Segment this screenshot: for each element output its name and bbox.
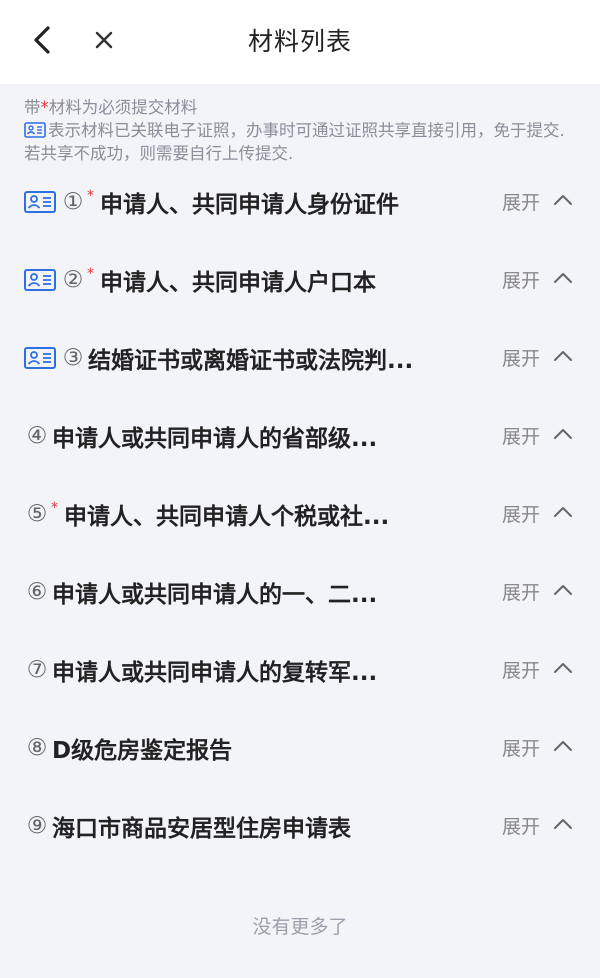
id-card-icon [24,191,56,213]
material-item-2[interactable]: ② * 申请人、共同申请人户口本 展开 [0,240,600,318]
item-number: ⑦ [26,657,48,683]
expand-button[interactable]: 展开 [502,188,540,215]
material-item-left: ⑤ * 申请人、共同申请人个税或社... [24,498,390,530]
item-number: ⑧ [26,735,48,761]
material-item-left: ⑥ 申请人或共同申请人的一、二... [24,576,378,608]
top-bar: 材料列表 [0,0,600,84]
chevron-up-icon[interactable] [552,504,574,520]
item-title: 申请人或共同申请人的复转军... [52,660,378,686]
item-title: 申请人、共同申请人身份证件 [100,192,399,218]
item-title: 申请人、共同申请人户口本 [100,270,376,296]
id-card-icon [24,347,56,369]
expand-button[interactable]: 展开 [502,422,540,449]
item-number: ① [62,189,84,215]
materials-list: ① * 申请人、共同申请人身份证件 展开 ② * 申请人、共同申请人户口本 展开… [0,162,600,864]
required-mark: * [87,266,94,282]
required-mark: * [87,188,94,204]
item-number: ⑥ [26,579,48,605]
expand-button[interactable]: 展开 [502,812,540,839]
material-item-6[interactable]: ⑥ 申请人或共同申请人的一、二... 展开 [0,552,600,630]
chevron-up-icon[interactable] [552,660,574,676]
chevron-up-icon[interactable] [552,270,574,286]
id-card-icon [24,122,46,138]
material-item-1[interactable]: ① * 申请人、共同申请人身份证件 展开 [0,162,600,240]
expand-button[interactable]: 展开 [502,578,540,605]
material-item-9[interactable]: ⑨ 海口市商品安居型住房申请表 展开 [0,786,600,864]
expand-button[interactable]: 展开 [502,656,540,683]
notice-required-line: 带*材料为必须提交材料 [24,98,198,117]
chevron-up-icon[interactable] [552,192,574,208]
chevron-up-icon[interactable] [552,348,574,364]
expand-button[interactable]: 展开 [502,344,540,371]
item-number: ④ [26,423,48,449]
material-item-left: ① * 申请人、共同申请人身份证件 [24,186,399,218]
material-item-left: ④ 申请人或共同申请人的省部级... [24,420,378,452]
material-item-left: ⑧ D级危房鉴定报告 [24,732,232,764]
material-item-left: ② * 申请人、共同申请人户口本 [24,264,376,296]
expand-button[interactable]: 展开 [502,266,540,293]
chevron-up-icon[interactable] [552,426,574,442]
material-item-left: ③ 结婚证书或离婚证书或法院判... [24,342,413,374]
chevron-up-icon[interactable] [552,582,574,598]
material-item-5[interactable]: ⑤ * 申请人、共同申请人个税或社... 展开 [0,474,600,552]
id-card-icon [24,269,56,291]
chevron-up-icon[interactable] [552,738,574,754]
item-number: ⑨ [26,813,48,839]
no-more-text: 没有更多了 [252,916,348,938]
notice-text: 带*材料为必须提交材料 表示材料已关联电子证照，办事时可通过证照共享直接引用，免… [24,96,580,165]
chevron-up-icon[interactable] [552,816,574,832]
expand-button[interactable]: 展开 [502,500,540,527]
material-item-7[interactable]: ⑦ 申请人或共同申请人的复转军... 展开 [0,630,600,708]
notice-cert-line: 表示材料已关联电子证照，办事时可通过证照共享直接引用，免于提交.若共享不成功，则… [24,121,565,163]
material-item-4[interactable]: ④ 申请人或共同申请人的省部级... 展开 [0,396,600,474]
item-title: 海口市商品安居型住房申请表 [52,816,351,842]
material-item-left: ⑨ 海口市商品安居型住房申请表 [24,810,351,842]
item-number: ② [62,267,84,293]
item-title: 申请人、共同申请人个税或社... [64,504,390,530]
item-number: ③ [62,345,84,371]
item-title: 申请人或共同申请人的省部级... [52,426,378,452]
item-number: ⑤ [26,501,48,527]
item-title: 结婚证书或离婚证书或法院判... [88,348,414,374]
material-item-3[interactable]: ③ 结婚证书或离婚证书或法院判... 展开 [0,318,600,396]
item-title: D级危房鉴定报告 [52,738,233,764]
material-item-left: ⑦ 申请人或共同申请人的复转军... [24,654,378,686]
required-mark: * [51,500,58,516]
material-item-8[interactable]: ⑧ D级危房鉴定报告 展开 [0,708,600,786]
item-title: 申请人或共同申请人的一、二... [52,582,378,608]
expand-button[interactable]: 展开 [502,734,540,761]
page-title: 材料列表 [247,27,352,56]
